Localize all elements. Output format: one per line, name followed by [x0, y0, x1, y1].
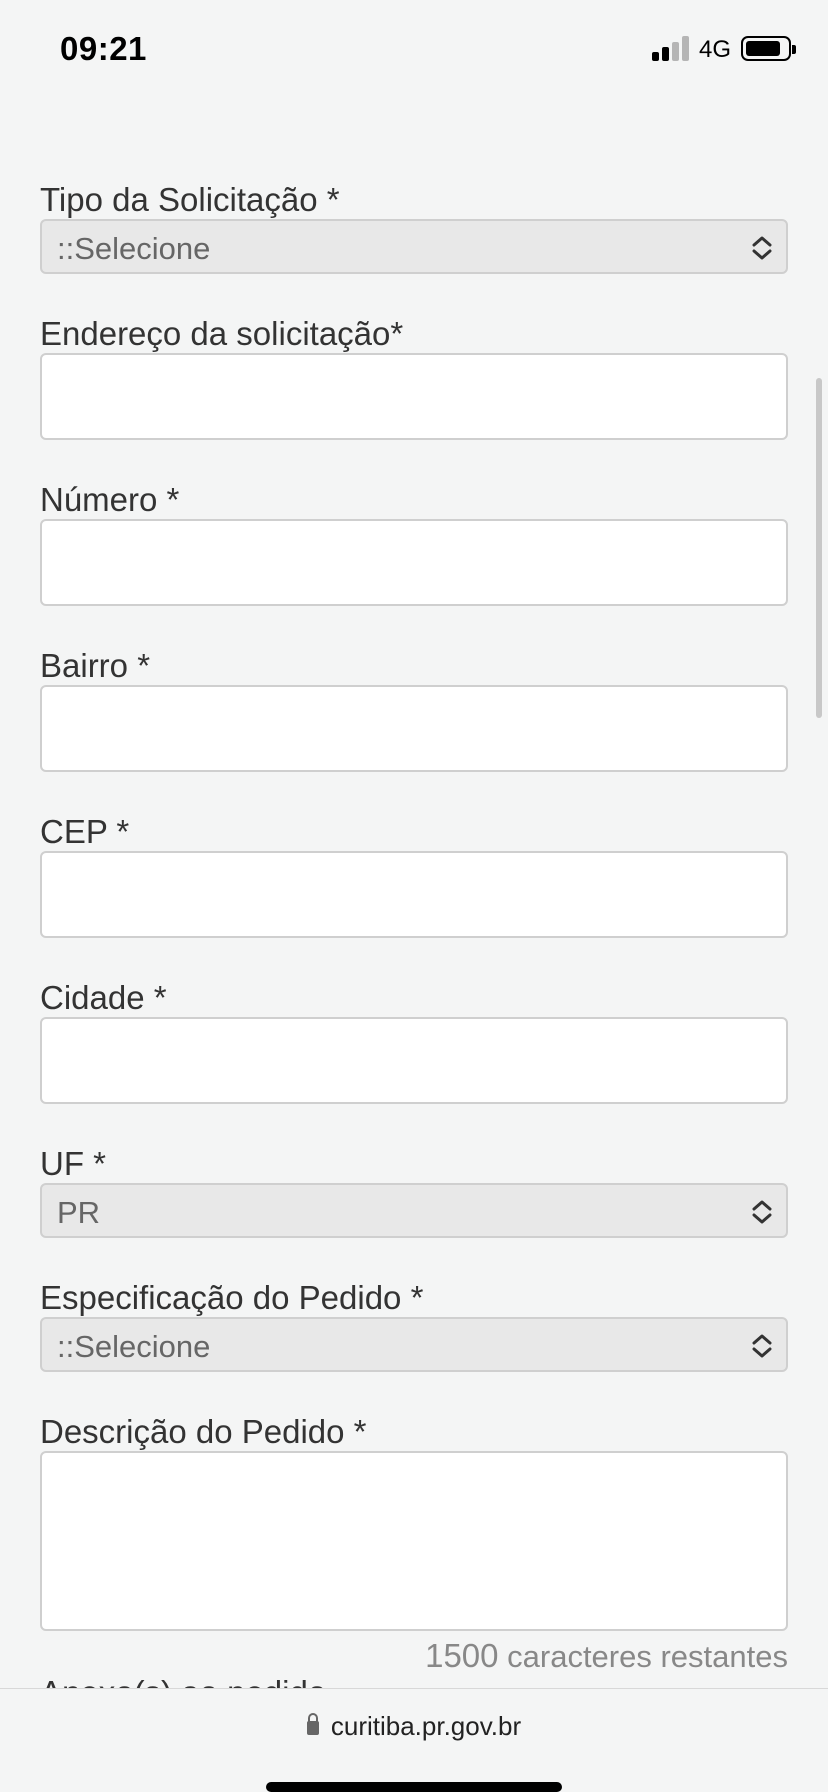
status-bar: 09:21 4G	[0, 0, 828, 100]
counter-text: caracteres restantes	[507, 1639, 788, 1674]
counter-number: 1500	[425, 1637, 499, 1674]
battery-icon	[741, 36, 796, 61]
cep-label: CEP *	[40, 813, 130, 850]
endereco-label: Endereço da solicitação*	[40, 315, 404, 352]
descricao-label: Descrição do Pedido *	[40, 1413, 367, 1450]
especificacao-select[interactable]: ::Selecione	[40, 1317, 788, 1372]
numero-input[interactable]	[40, 519, 788, 606]
endereco-input[interactable]	[40, 353, 788, 440]
lock-icon	[306, 1713, 319, 1735]
url-display[interactable]: curitiba.pr.gov.br	[0, 1711, 828, 1742]
chevron-up-down-icon	[752, 236, 772, 260]
home-indicator[interactable]	[266, 1782, 562, 1792]
bairro-label: Bairro *	[40, 647, 151, 684]
cep-input[interactable]	[40, 851, 788, 938]
browser-address-bar[interactable]: curitiba.pr.gov.br	[0, 1688, 828, 1792]
cellular-signal-icon	[652, 36, 692, 61]
url-text: curitiba.pr.gov.br	[330, 1711, 522, 1741]
network-type: 4G	[699, 36, 732, 63]
especificacao-value: ::Selecione	[57, 1329, 211, 1364]
chevron-up-down-icon	[752, 1334, 772, 1358]
numero-label: Número *	[40, 481, 180, 518]
uf-label: UF *	[40, 1145, 106, 1182]
tipo-solicitacao-value: ::Selecione	[57, 231, 211, 266]
chevron-up-down-icon	[752, 1200, 772, 1224]
page-scrollbar[interactable]	[816, 378, 822, 718]
uf-value: PR	[57, 1195, 101, 1230]
cidade-input[interactable]	[40, 1017, 788, 1104]
tipo-solicitacao-select[interactable]: ::Selecione	[40, 219, 788, 274]
cidade-label: Cidade *	[40, 979, 167, 1016]
bairro-input[interactable]	[40, 685, 788, 772]
character-counter: 1500 caracteres restantes	[425, 1637, 788, 1675]
screen: 09:21 4G Tipo da Solicitação * ::Selecio…	[0, 0, 828, 1792]
descricao-textarea[interactable]	[40, 1451, 788, 1631]
uf-select[interactable]: PR	[40, 1183, 788, 1238]
especificacao-label: Especificação do Pedido *	[40, 1279, 424, 1316]
status-time: 09:21	[60, 30, 147, 67]
tipo-solicitacao-label: Tipo da Solicitação *	[40, 181, 340, 218]
